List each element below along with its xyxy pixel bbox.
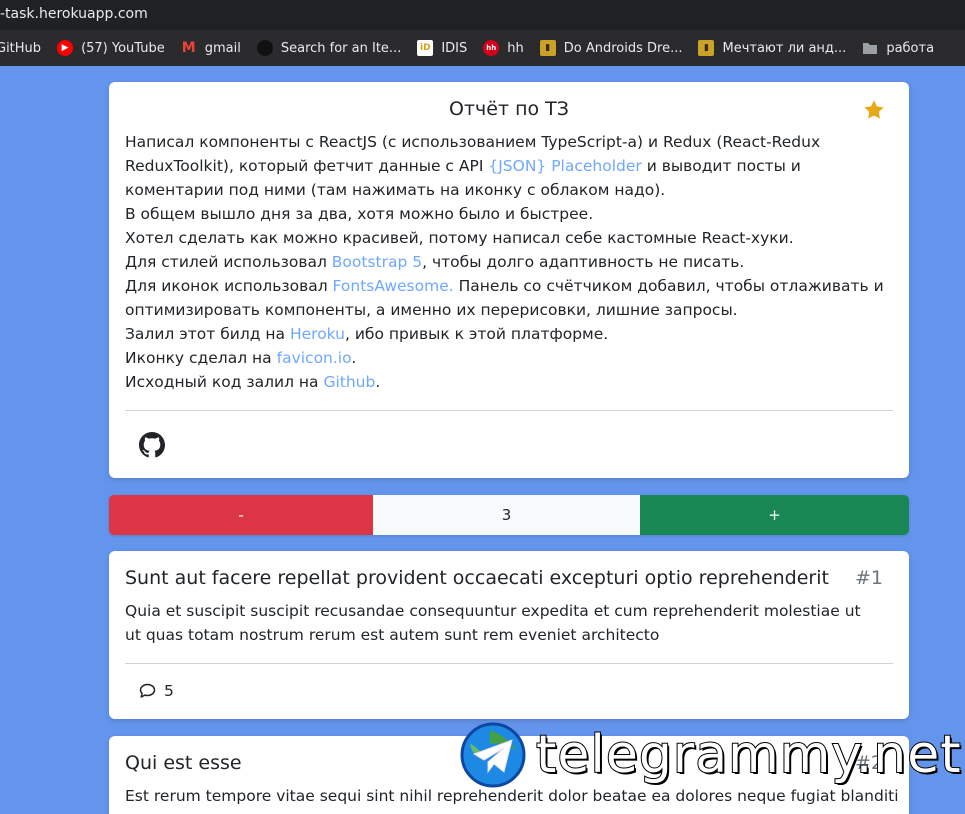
github-icon[interactable] (139, 432, 165, 458)
increment-button[interactable]: + (640, 495, 909, 535)
report-card: Отчёт по ТЗ Написал компоненты с ReactJS… (109, 82, 909, 478)
bookmark-label: работа (886, 40, 935, 56)
star-icon[interactable] (863, 99, 885, 121)
report-paragraph: Хотел сделать как можно красивей, потому… (125, 229, 794, 247)
bookmark-label: Do Androids Dre... (563, 40, 683, 56)
gmail-icon: M (181, 40, 196, 56)
bookmark-label: Search for an Ite... (280, 40, 402, 56)
report-paragraph: В общем вышло дня за два, хотя можно был… (125, 205, 594, 223)
counter-panel: - 3 + (109, 495, 909, 535)
bookmarks-bar: GitHub ▶ (57) YouTube M gmail Search for… (0, 30, 965, 66)
bookmark-youtube[interactable]: ▶ (57) YouTube (57, 40, 165, 56)
post-number: #1 (854, 567, 883, 589)
github-link[interactable]: Github (323, 373, 375, 391)
search-site-icon (256, 40, 273, 56)
bookmark-label: (57) YouTube (81, 40, 165, 56)
counter-value: 3 (373, 495, 640, 535)
post-body: Quia et suscipit suscipit recusandae con… (125, 602, 861, 644)
watermark-text: telegrammy.net (535, 725, 962, 785)
watermark: telegrammy.net (460, 720, 965, 790)
bookmark-hh[interactable]: hh hh (483, 40, 524, 56)
comment-icon (139, 683, 156, 698)
divider (125, 410, 893, 411)
post-card: Sunt aut facere repellat provident occae… (109, 551, 909, 719)
comments-button[interactable]: 5 (139, 682, 174, 700)
bookmark-label: IDIS (441, 40, 468, 56)
url-text: -task.herokuapp.com (0, 6, 148, 22)
post-title: Sunt aut facere repellat provident occae… (125, 567, 829, 589)
post-title: Qui est esse (125, 752, 242, 774)
address-bar[interactable]: -task.herokuapp.com (0, 0, 965, 30)
report-paragraph: Для иконок использовал FontsAwesome. Пан… (125, 277, 884, 319)
report-text: Написал компоненты с ReactJS (с использо… (125, 130, 895, 394)
bookmark-label: Мечтают ли анд... (722, 40, 847, 56)
report-paragraph: Залил этот билд на Heroku, ибо привык к … (125, 325, 609, 343)
report-paragraph: Исходный код залил на Github. (125, 373, 381, 391)
bootstrap-link[interactable]: Bootstrap 5 (332, 253, 422, 271)
report-title: Отчёт по ТЗ (449, 98, 569, 120)
bookmark-search[interactable]: Search for an Ite... (256, 40, 402, 56)
bookmark-idis[interactable]: iD IDIS (417, 40, 467, 56)
decrement-button[interactable]: - (109, 495, 373, 535)
idis-icon: iD (417, 40, 434, 56)
comments-count: 5 (164, 682, 174, 700)
folder-icon (862, 40, 878, 56)
report-paragraph: Написал компоненты с ReactJS (с использо… (125, 133, 821, 199)
book-icon: ▮ (539, 40, 556, 56)
json-placeholder-link[interactable]: {JSON} Placeholder (488, 157, 641, 175)
bookmark-folder-rabota[interactable]: работа (862, 40, 934, 56)
report-paragraph: Иконку сделал на favicon.io. (125, 349, 357, 367)
divider (125, 663, 893, 664)
bookmark-label: gmail (204, 40, 241, 56)
favicon-link[interactable]: favicon.io (277, 349, 352, 367)
bookmark-gmail[interactable]: M gmail (181, 40, 241, 56)
fontawesome-link[interactable]: FontsAwesome. (333, 277, 454, 295)
telegram-logo-icon (460, 722, 526, 788)
report-paragraph: Для стилей использовал Bootstrap 5, чтоб… (125, 253, 745, 271)
bookmark-do-androids[interactable]: ▮ Do Androids Dre... (539, 40, 683, 56)
hh-icon: hh (483, 40, 500, 56)
bookmark-mechtayut[interactable]: ▮ Мечтают ли анд... (698, 40, 846, 56)
bookmark-label: GitHub (0, 40, 42, 56)
youtube-icon: ▶ (57, 40, 74, 56)
bookmark-github[interactable]: GitHub (0, 41, 41, 56)
heroku-link[interactable]: Heroku (290, 325, 345, 343)
bookmark-label: hh (507, 40, 524, 56)
book-icon: ▮ (698, 40, 715, 56)
